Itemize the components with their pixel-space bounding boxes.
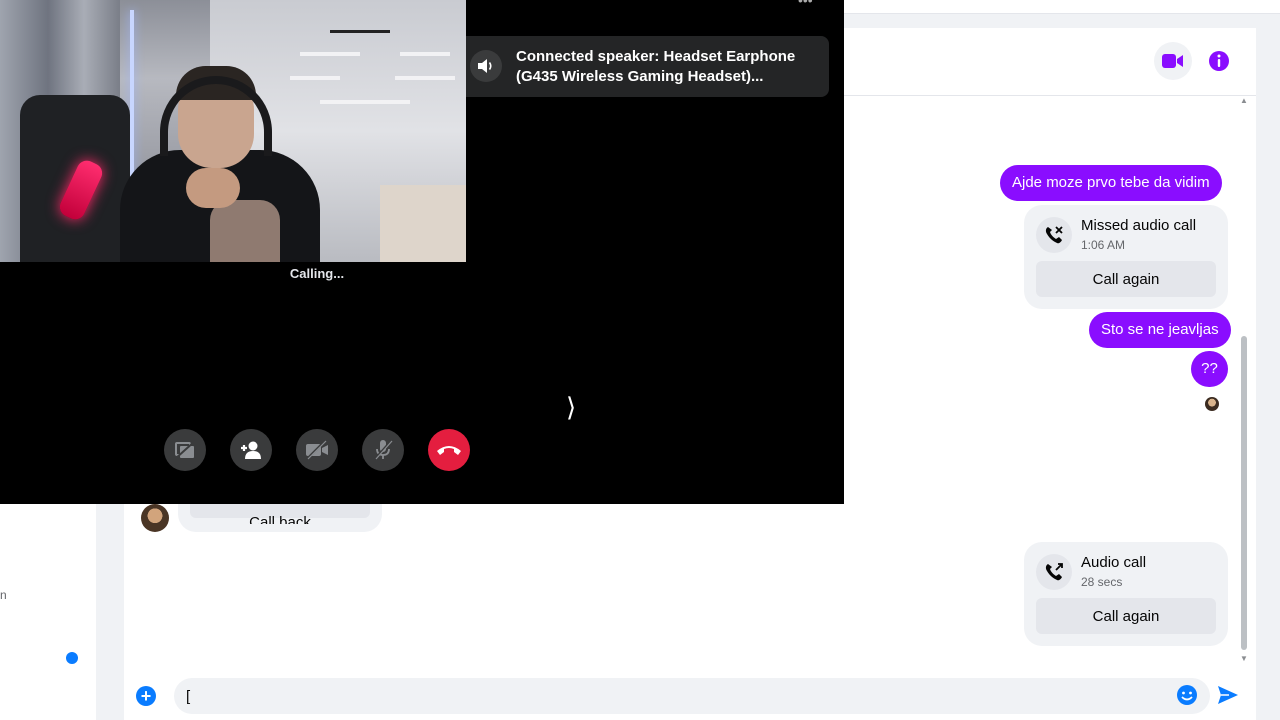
conversation-info-button[interactable] [1200, 42, 1238, 80]
call-again-button[interactable]: Call again [1036, 261, 1216, 297]
toast-message: Connected speaker: Headset Earphone (G43… [516, 48, 796, 85]
end-call-icon [437, 446, 461, 455]
add-person-icon [241, 441, 261, 459]
message-bubble-outgoing[interactable]: ?? [1191, 351, 1228, 387]
screen: n Ajde moze prvo tebe da vidim Missed au… [0, 0, 1280, 720]
scroll-down-arrow[interactable]: ▼ [1240, 654, 1248, 663]
toggle-mic-button[interactable] [362, 429, 404, 471]
audio-call-card: Audio call 28 secs Call again [1024, 542, 1228, 646]
end-call-button[interactable] [428, 429, 470, 471]
call-time: 1:06 AM [1081, 238, 1126, 252]
seen-receipt-avatar [1205, 397, 1219, 411]
missed-call-icon [1036, 217, 1072, 253]
message-bubble-outgoing[interactable]: Sto se ne jeavljas [1089, 312, 1231, 348]
speaker-toast: Connected speaker: Headset Earphone (G43… [466, 36, 829, 97]
add-people-button[interactable] [230, 429, 272, 471]
scrollbar[interactable]: ▲ ▼ [1238, 96, 1252, 666]
call-again-button[interactable]: Call again [1036, 598, 1216, 634]
send-icon[interactable] [1216, 683, 1240, 707]
avatar [141, 504, 169, 532]
composer: + [124, 676, 1256, 720]
call-title: Audio call [1081, 554, 1147, 571]
scroll-up-arrow[interactable]: ▲ [1240, 96, 1248, 105]
more-options-icon[interactable]: ••• [798, 0, 813, 8]
outgoing-call-icon [1036, 554, 1072, 590]
video-off-icon [306, 440, 328, 460]
call-back-label: Call back [190, 516, 370, 524]
mic-off-icon [374, 440, 393, 460]
call-status: Calling... [289, 266, 345, 281]
emoji-icon[interactable] [1176, 684, 1198, 706]
speaker-icon [470, 50, 502, 82]
share-screen-off-icon [174, 440, 196, 460]
call-duration: 28 secs [1081, 575, 1123, 589]
plus-circle-icon[interactable]: + [136, 686, 156, 706]
conversation-preview-fragment: n [0, 588, 7, 602]
unread-dot [66, 652, 78, 664]
message-input[interactable] [174, 678, 1210, 714]
scroll-thumb[interactable] [1241, 336, 1247, 650]
toggle-video-button[interactable] [296, 429, 338, 471]
message-bubble-outgoing[interactable]: Ajde moze prvo tebe da vidim [1000, 165, 1222, 201]
video-camera-icon [1162, 54, 1183, 68]
share-screen-button[interactable] [164, 429, 206, 471]
missed-call-card: Missed audio call 1:06 AM Call again [1024, 205, 1228, 309]
info-icon [1209, 51, 1229, 71]
cursor-icon: ⟩ [566, 392, 577, 422]
call-title: Missed audio call [1081, 217, 1197, 234]
call-window: Calling... ••• Connected speaker: Headse… [0, 0, 844, 504]
video-call-button[interactable] [1154, 42, 1192, 80]
webcam-video [0, 0, 466, 262]
